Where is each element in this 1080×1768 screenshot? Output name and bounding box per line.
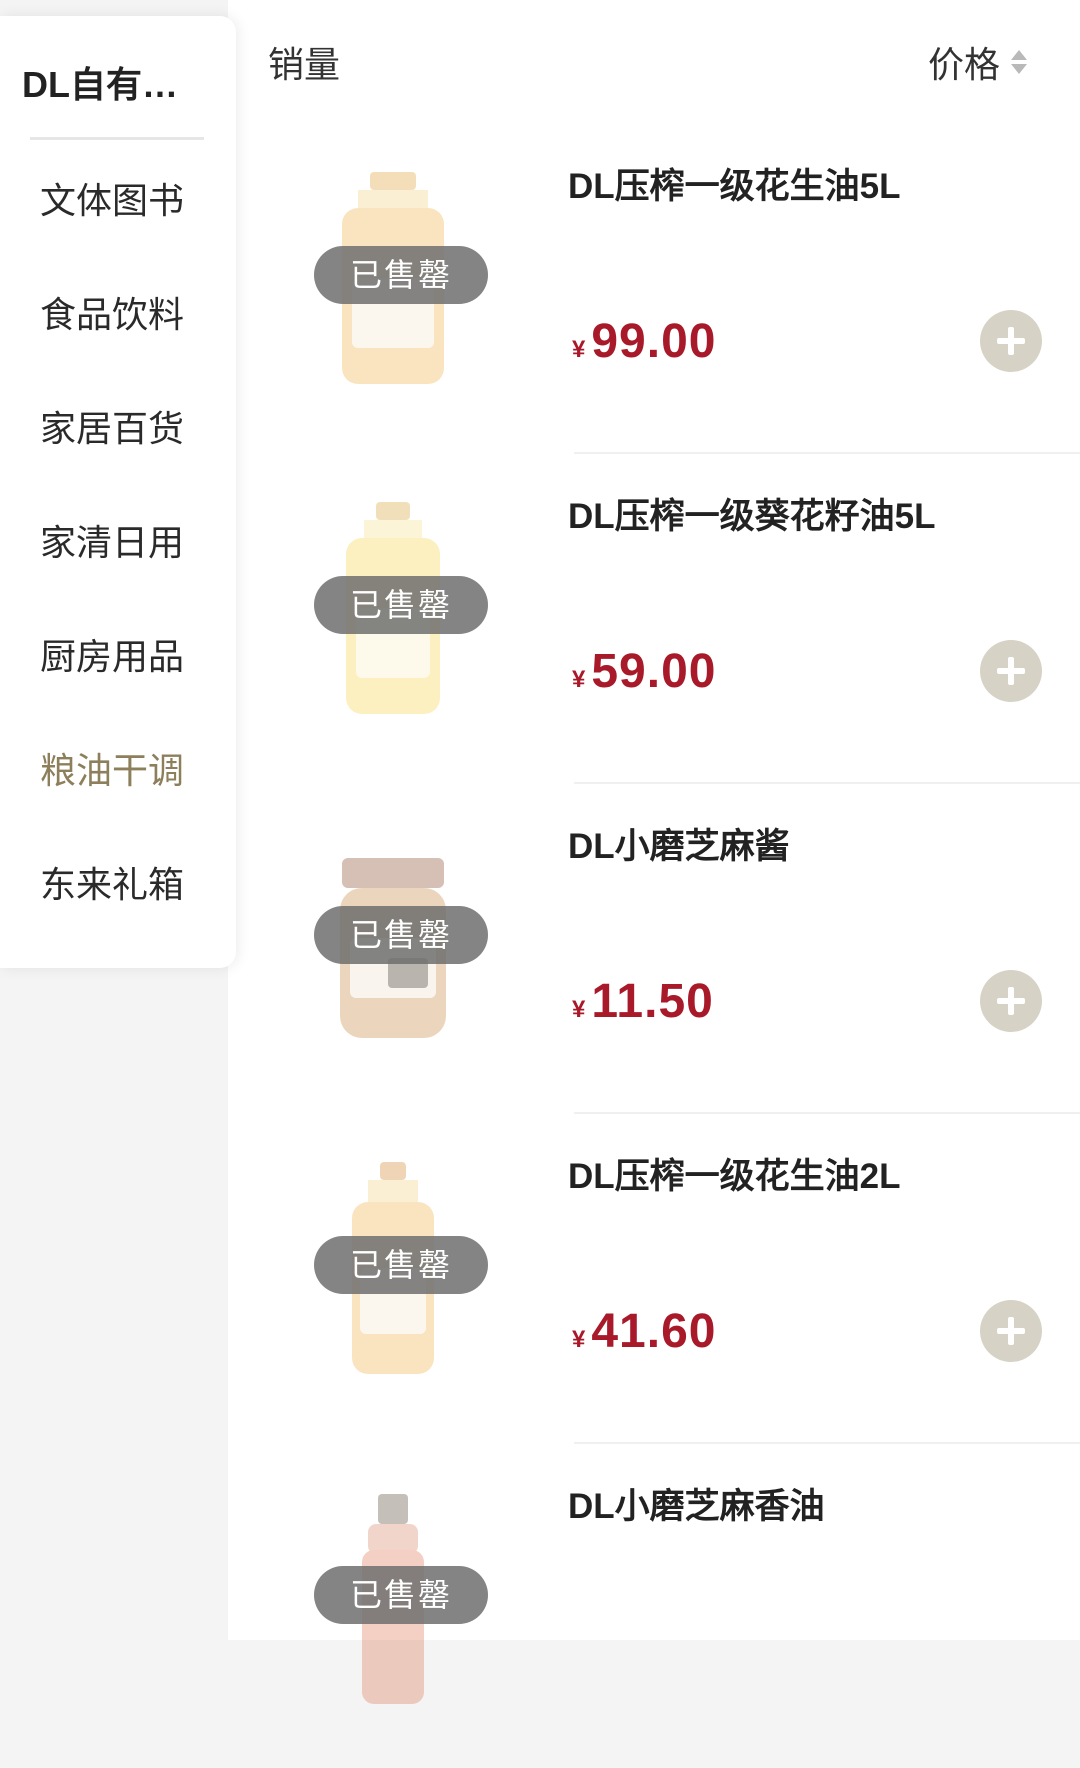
- sold-out-badge: 已售罄: [314, 906, 488, 964]
- plus-icon: [997, 1317, 1025, 1345]
- product-name[interactable]: DL小磨芝麻酱: [568, 818, 790, 869]
- product-price: ¥59.00: [572, 644, 716, 699]
- product-card[interactable]: 已售罄 DL压榨一级花生油5L ¥99.00: [228, 118, 1080, 448]
- product-card[interactable]: 已售罄 DL小磨芝麻酱 ¥11.50: [228, 778, 1080, 1108]
- sort-arrows-icon: [1011, 50, 1027, 74]
- price-value: 41.60: [591, 1305, 717, 1358]
- product-price: ¥99.00: [572, 314, 716, 369]
- product-list-panel: 销量 价格 已售罄 DL压榨一级花生油5L ¥99.00 已售罄 DL压榨一级葵…: [228, 0, 1080, 1704]
- product-name[interactable]: DL小磨芝麻香油: [568, 1478, 825, 1529]
- sold-out-badge: 已售罄: [314, 576, 488, 634]
- price-value: 99.00: [591, 315, 717, 368]
- product-price: ¥41.60: [572, 1304, 716, 1359]
- price-value: 59.00: [591, 645, 717, 698]
- sort-price-label: 价格: [927, 44, 1000, 85]
- sidebar-item-household-cleaning[interactable]: 家清日用: [40, 514, 184, 566]
- sidebar-item-food-drinks[interactable]: 食品饮料: [40, 286, 184, 338]
- price-value: 11.50: [591, 975, 714, 1028]
- sort-by-sales[interactable]: 销量: [268, 36, 340, 88]
- product-card[interactable]: 已售罄 DL压榨一级花生油2L ¥41.60: [228, 1108, 1080, 1438]
- sidebar-item-gift-box[interactable]: 东来礼箱: [40, 856, 184, 908]
- currency-symbol: ¥: [572, 1326, 586, 1353]
- sold-out-badge: 已售罄: [314, 1236, 488, 1294]
- product-price: ¥11.50: [572, 974, 714, 1029]
- add-to-cart-button[interactable]: [980, 640, 1042, 702]
- add-to-cart-button[interactable]: [980, 970, 1042, 1032]
- sidebar-divider: [30, 137, 204, 140]
- product-card[interactable]: 已售罄 DL小磨芝麻香油: [228, 1438, 1080, 1768]
- plus-icon: [997, 327, 1025, 355]
- sold-out-badge: 已售罄: [314, 246, 488, 304]
- currency-symbol: ¥: [572, 996, 586, 1023]
- plus-icon: [997, 987, 1025, 1015]
- product-name[interactable]: DL压榨一级花生油2L: [568, 1148, 901, 1199]
- sold-out-badge: 已售罄: [314, 1566, 488, 1624]
- currency-symbol: ¥: [572, 666, 586, 693]
- sidebar-brand-tab[interactable]: DL自有…: [22, 56, 178, 108]
- sidebar-item-stationery-books[interactable]: 文体图书: [40, 172, 184, 224]
- product-card[interactable]: 已售罄 DL压榨一级葵花籽油5L ¥59.00: [228, 448, 1080, 778]
- sidebar-item-home-goods[interactable]: 家居百货: [40, 400, 184, 452]
- add-to-cart-button[interactable]: [980, 1300, 1042, 1362]
- product-name[interactable]: DL压榨一级花生油5L: [568, 158, 901, 209]
- sort-by-price[interactable]: 价格: [928, 36, 1028, 88]
- add-to-cart-button[interactable]: [980, 310, 1042, 372]
- sidebar-item-grain-oil[interactable]: 粮油干调: [40, 742, 184, 794]
- sidebar-item-kitchenware[interactable]: 厨房用品: [40, 628, 184, 680]
- product-name[interactable]: DL压榨一级葵花籽油5L: [568, 488, 936, 539]
- plus-icon: [997, 657, 1025, 685]
- currency-symbol: ¥: [572, 336, 586, 363]
- category-sidebar: DL自有… 文体图书 食品饮料 家居百货 家清日用 厨房用品 粮油干调 东来礼箱: [0, 16, 236, 968]
